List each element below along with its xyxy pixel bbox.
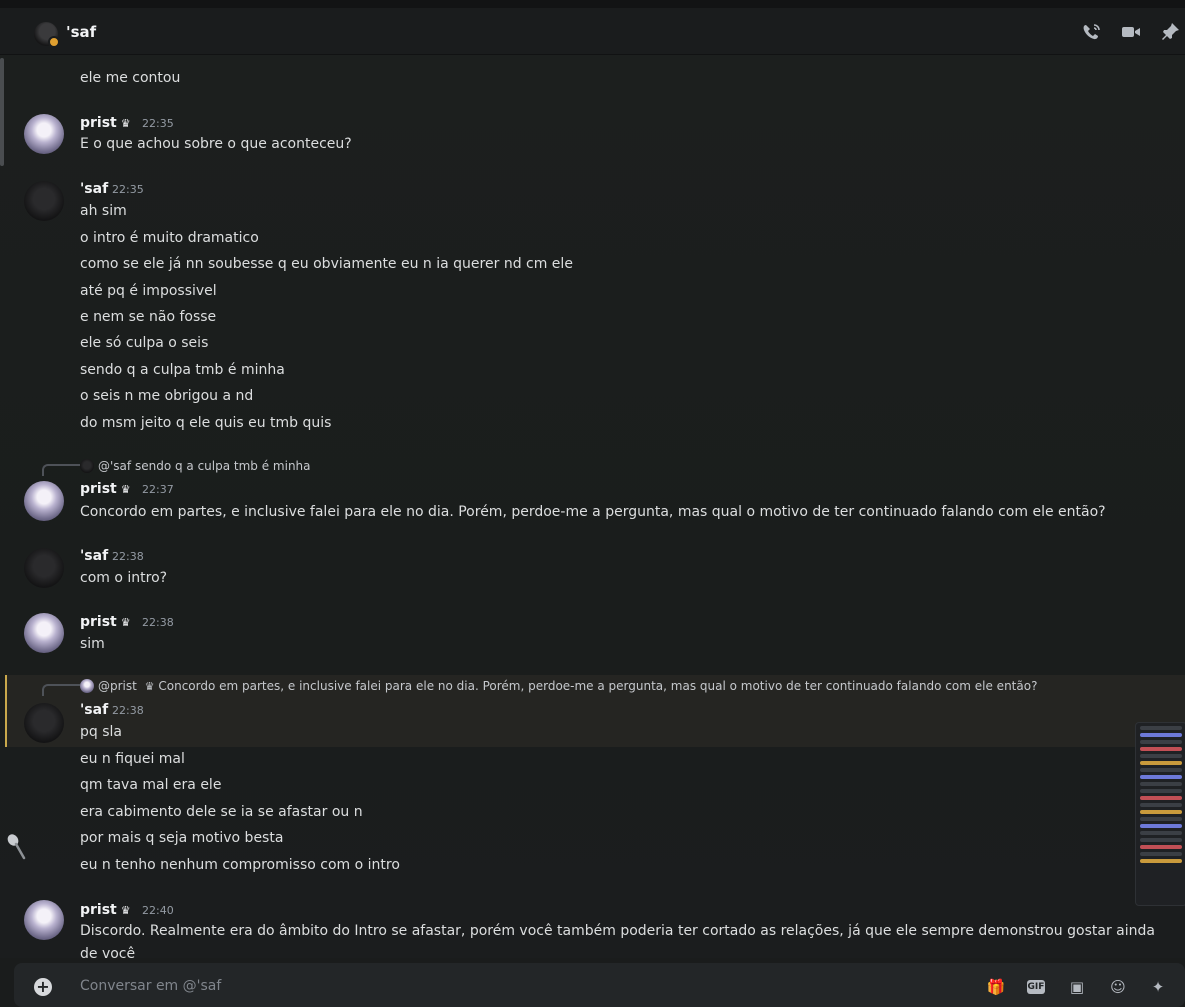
reply-avatar <box>80 459 94 473</box>
channel-header: 'saf <box>0 8 1185 55</box>
message-line: ele só culpa o seis <box>80 335 209 351</box>
channel-title[interactable]: 'saf <box>66 23 96 41</box>
message-input[interactable]: Conversar em @'saf <box>80 978 221 994</box>
message-timestamp: 22:37 <box>142 483 174 496</box>
phone-call-icon[interactable] <box>1081 22 1103 42</box>
message-line: sim <box>80 636 105 652</box>
avatar-prist[interactable] <box>24 481 64 521</box>
reply-preview[interactable]: @prist ♛ Concordo em partes, e inclusive… <box>80 678 1037 695</box>
emoji-icon[interactable]: ☺ <box>1108 978 1128 996</box>
message-timestamp: 22:38 <box>142 616 174 629</box>
message-timestamp: 22:38 <box>112 704 144 717</box>
avatar-saf[interactable] <box>24 181 64 221</box>
message-line: como se ele já nn soubesse q eu obviamen… <box>80 256 573 272</box>
message-author[interactable]: 'saf <box>80 180 108 198</box>
message-author[interactable]: 'saf <box>80 701 108 719</box>
message-timestamp: 22:40 <box>142 904 174 917</box>
avatar-saf[interactable] <box>24 548 64 588</box>
sticker-icon[interactable]: ▣ <box>1067 978 1087 996</box>
screen-share-preview[interactable] <box>1135 722 1185 906</box>
message-line: ele me contou <box>80 70 181 86</box>
dm-avatar[interactable] <box>34 22 60 48</box>
avatar-prist[interactable] <box>24 900 64 940</box>
apps-icon[interactable]: ✦ <box>1148 978 1168 996</box>
gift-icon[interactable]: 🎁 <box>986 978 1006 996</box>
message-author[interactable]: prist ♛ <box>80 901 131 920</box>
message-line: até pq é impossivel <box>80 283 217 299</box>
crown-icon: ♛ <box>120 483 131 496</box>
pin-icon[interactable] <box>1160 22 1182 42</box>
video-camera-icon[interactable] <box>1120 22 1142 42</box>
message-line: E o que achou sobre o que aconteceu? <box>80 136 352 152</box>
reply-avatar <box>80 679 94 693</box>
crown-icon: ♛ <box>120 616 131 629</box>
message-line: pq sla <box>80 724 122 740</box>
message-line: com o intro? <box>80 570 168 586</box>
add-attachment-icon[interactable]: + <box>34 978 52 996</box>
avatar-prist[interactable] <box>24 114 64 154</box>
message-timestamp: 22:38 <box>112 550 144 563</box>
message-author[interactable]: prist ♛ <box>80 114 131 133</box>
message-line: eu n tenho nenhum compromisso com o intr… <box>80 857 400 873</box>
crown-icon: ♛ <box>120 904 131 917</box>
message-line: eu n fiquei mal <box>80 751 185 767</box>
message-line: o intro é muito dramatico <box>80 230 259 246</box>
scroll-indicator[interactable] <box>0 58 4 166</box>
avatar-prist[interactable] <box>24 613 64 653</box>
reply-connector <box>42 464 80 476</box>
avatar-saf[interactable] <box>24 703 64 743</box>
reply-preview[interactable]: @'saf sendo q a culpa tmb é minha <box>80 458 311 474</box>
message-line: Concordo em partes, e inclusive falei pa… <box>80 504 1106 520</box>
message-line: por mais q seja motivo besta <box>80 830 284 846</box>
message-line: qm tava mal era ele <box>80 777 222 793</box>
message-author[interactable]: prist ♛ <box>80 613 131 632</box>
crown-icon: ♛ <box>120 117 131 130</box>
reply-connector <box>42 684 80 696</box>
message-line: o seis n me obrigou a nd <box>80 388 254 404</box>
message-line: do msm jeito q ele quis eu tmb quis <box>80 415 332 431</box>
message-author[interactable]: 'saf <box>80 547 108 565</box>
message-line: era cabimento dele se ia se afastar ou n <box>80 804 363 820</box>
message-line: e nem se não fosse <box>80 309 217 325</box>
crown-icon: ♛ <box>144 680 155 693</box>
microphone-icon[interactable] <box>6 833 26 861</box>
message-author[interactable]: prist ♛ <box>80 480 131 499</box>
message-timestamp: 22:35 <box>112 183 144 196</box>
gif-icon[interactable]: GIF <box>1027 980 1045 994</box>
message-timestamp: 22:35 <box>142 117 174 130</box>
status-indicator <box>48 36 60 48</box>
message-line: ah sim <box>80 203 127 219</box>
window-top-strip <box>0 0 1185 8</box>
message-line: sendo q a culpa tmb é minha <box>80 362 285 378</box>
message-text: Discordo. Realmente era do âmbito do Int… <box>80 923 1155 962</box>
